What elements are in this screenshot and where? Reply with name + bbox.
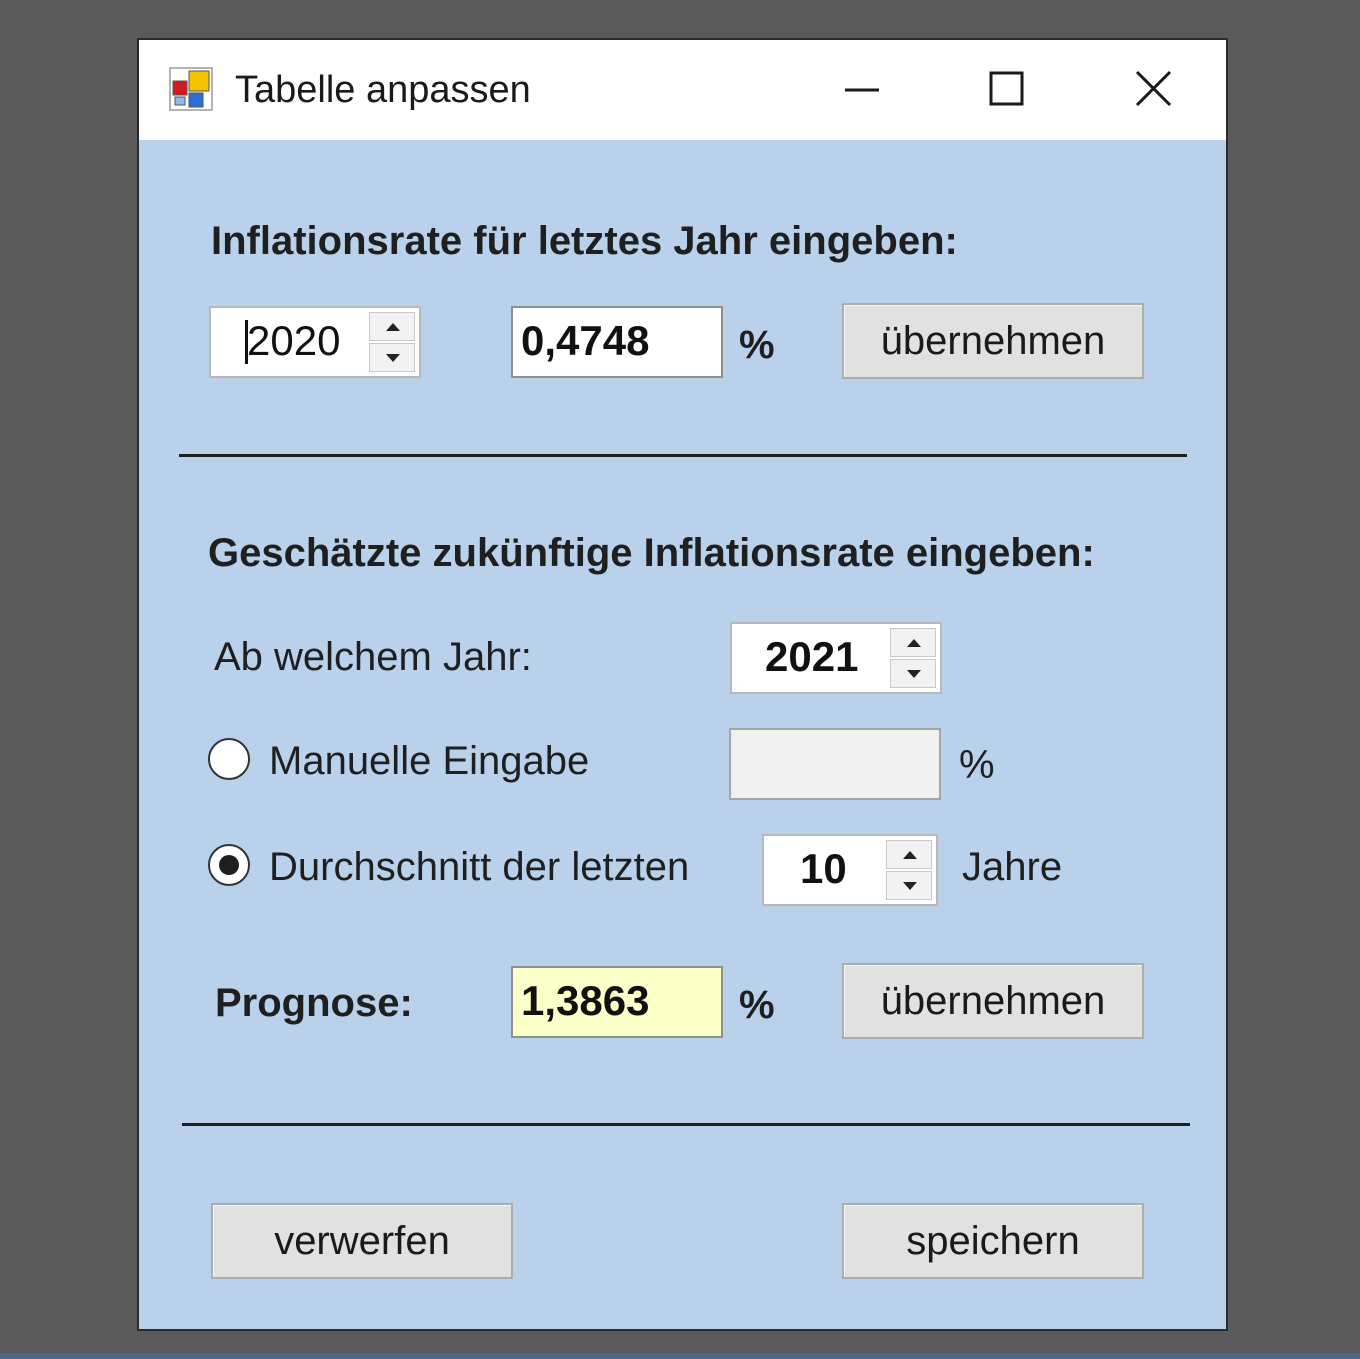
years-label: Jahre xyxy=(962,845,1063,889)
arrow-up-icon xyxy=(903,851,917,859)
average-label: Durchschnitt der letzten xyxy=(269,845,690,889)
apply-forecast-button[interactable]: übernehmen xyxy=(842,963,1144,1039)
section-divider xyxy=(179,454,1187,457)
apply-last-year-button[interactable]: übernehmen xyxy=(842,303,1144,379)
manual-percent-label: % xyxy=(959,743,995,787)
average-years-value: 10 xyxy=(800,845,847,892)
future-heading: Geschätzte zukünftige Inflationsrate ein… xyxy=(208,531,1095,575)
from-year-spinner-arrows xyxy=(890,628,936,688)
arrow-down-icon xyxy=(903,882,917,890)
arrow-down-icon xyxy=(386,354,400,362)
app-icon xyxy=(169,67,213,111)
manual-label: Manuelle Eingabe xyxy=(269,739,590,783)
average-years-spinner[interactable]: 10 xyxy=(762,834,938,906)
forecast-percent-label: % xyxy=(739,983,775,1027)
radio-selected-dot xyxy=(219,855,239,875)
window-title: Tabelle anpassen xyxy=(235,69,531,111)
forecast-label: Prognose: xyxy=(215,981,413,1025)
minimize-icon xyxy=(845,88,879,92)
save-button[interactable]: speichern xyxy=(842,1203,1144,1279)
close-button[interactable] xyxy=(1113,60,1193,120)
title-bar[interactable]: Tabelle anpassen xyxy=(139,40,1226,140)
maximize-icon xyxy=(989,71,1024,106)
close-icon xyxy=(1135,70,1172,107)
arrow-up-icon xyxy=(907,639,921,647)
from-year-label: Ab welchem Jahr: xyxy=(214,635,532,679)
percent-label: % xyxy=(739,323,775,367)
arrow-down-icon xyxy=(907,670,921,678)
average-years-spinner-arrows xyxy=(886,840,932,900)
arrow-up-icon xyxy=(386,323,400,331)
taskbar-edge xyxy=(0,1353,1360,1359)
year-spinner[interactable]: 2020 xyxy=(209,306,421,378)
from-year-spinner[interactable]: 2021 xyxy=(730,622,942,694)
spin-up-button[interactable] xyxy=(369,312,415,341)
spin-down-button[interactable] xyxy=(890,659,936,688)
last-year-heading: Inflationsrate für letztes Jahr eingeben… xyxy=(211,219,958,263)
year-spinner-arrows xyxy=(369,312,415,372)
spin-down-button[interactable] xyxy=(369,343,415,372)
spin-up-button[interactable] xyxy=(886,840,932,869)
manual-rate-input[interactable] xyxy=(729,728,941,800)
spin-down-button[interactable] xyxy=(886,871,932,900)
manual-radio[interactable] xyxy=(208,738,250,780)
dialog-window: Tabelle anpassen Inflationsrate für letz… xyxy=(137,38,1228,1331)
discard-button[interactable]: verwerfen xyxy=(211,1203,513,1279)
average-radio[interactable] xyxy=(208,844,250,886)
spin-up-button[interactable] xyxy=(890,628,936,657)
from-year-value: 2021 xyxy=(765,633,859,680)
maximize-button[interactable] xyxy=(965,60,1045,120)
minimize-button[interactable] xyxy=(821,60,901,120)
forecast-value-field: 1,3863 xyxy=(511,966,723,1038)
last-year-rate-input[interactable]: 0,4748 xyxy=(511,306,723,378)
footer-divider xyxy=(182,1123,1190,1126)
year-spinner-value: 2020 xyxy=(247,317,341,364)
